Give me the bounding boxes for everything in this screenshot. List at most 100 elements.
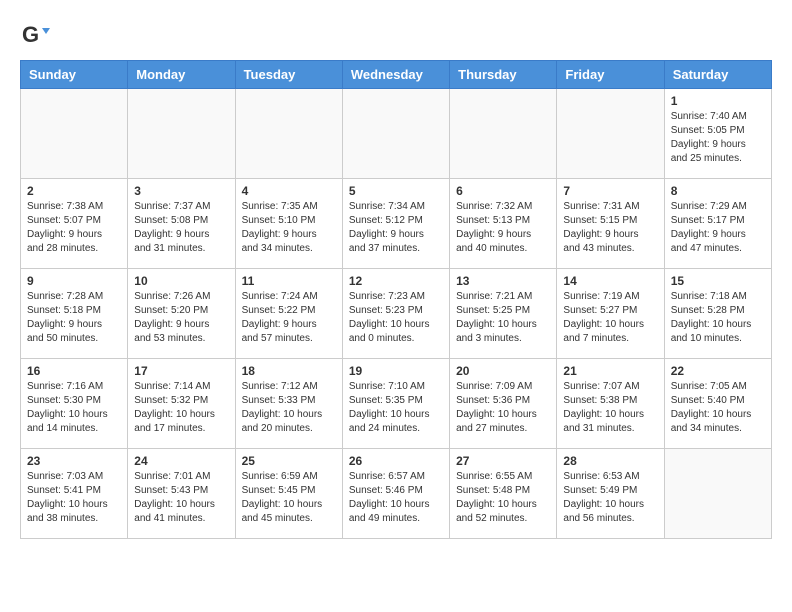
day-number: 6: [456, 184, 550, 198]
day-info: Sunrise: 6:57 AM Sunset: 5:46 PM Dayligh…: [349, 470, 443, 526]
day-info: Sunrise: 7:19 AM Sunset: 5:27 PM Dayligh…: [563, 290, 657, 346]
calendar-cell: 15 Sunrise: 7:18 AM Sunset: 5:28 PM Dayli…: [664, 269, 771, 359]
day-info: Sunrise: 7:07 AM Sunset: 5:38 PM Dayligh…: [563, 380, 657, 436]
day-info: Sunrise: 7:21 AM Sunset: 5:25 PM Dayligh…: [456, 290, 550, 346]
calendar-table: SundayMondayTuesdayWednesdayThursdayFrid…: [20, 60, 772, 539]
day-info: Sunrise: 7:09 AM Sunset: 5:36 PM Dayligh…: [456, 380, 550, 436]
day-info: Sunrise: 7:35 AM Sunset: 5:10 PM Dayligh…: [242, 200, 336, 256]
calendar-cell: 12 Sunrise: 7:23 AM Sunset: 5:23 PM Dayli…: [342, 269, 449, 359]
day-number: 15: [671, 274, 765, 288]
day-info: Sunrise: 7:14 AM Sunset: 5:32 PM Dayligh…: [134, 380, 228, 436]
day-info: Sunrise: 6:59 AM Sunset: 5:45 PM Dayligh…: [242, 470, 336, 526]
calendar-cell: 16 Sunrise: 7:16 AM Sunset: 5:30 PM Dayli…: [21, 359, 128, 449]
calendar-cell: 4 Sunrise: 7:35 AM Sunset: 5:10 PM Daylig…: [235, 179, 342, 269]
day-number: 26: [349, 454, 443, 468]
calendar-cell: [342, 89, 449, 179]
day-info: Sunrise: 7:03 AM Sunset: 5:41 PM Dayligh…: [27, 470, 121, 526]
day-info: Sunrise: 7:40 AM Sunset: 5:05 PM Dayligh…: [671, 110, 765, 166]
day-number: 3: [134, 184, 228, 198]
week-row-3: 9Sunrise: 7:28 AM Sunset: 5:18 PM Daylig…: [21, 269, 772, 359]
day-info: Sunrise: 7:29 AM Sunset: 5:17 PM Dayligh…: [671, 200, 765, 256]
calendar-cell: 2 Sunrise: 7:38 AM Sunset: 5:07 PM Daylig…: [21, 179, 128, 269]
day-info: Sunrise: 6:53 AM Sunset: 5:49 PM Dayligh…: [563, 470, 657, 526]
day-number: 11: [242, 274, 336, 288]
calendar-cell: [557, 89, 664, 179]
day-number: 19: [349, 364, 443, 378]
calendar-cell: 20 Sunrise: 7:09 AM Sunset: 5:36 PM Dayli…: [450, 359, 557, 449]
calendar-cell: 9Sunrise: 7:28 AM Sunset: 5:18 PM Daylig…: [21, 269, 128, 359]
day-info: Sunrise: 7:16 AM Sunset: 5:30 PM Dayligh…: [27, 380, 121, 436]
calendar-cell: 25 Sunrise: 6:59 AM Sunset: 5:45 PM Dayli…: [235, 449, 342, 539]
day-info: Sunrise: 7:28 AM Sunset: 5:18 PM Dayligh…: [27, 290, 121, 346]
day-number: 24: [134, 454, 228, 468]
calendar-cell: [21, 89, 128, 179]
day-number: 21: [563, 364, 657, 378]
calendar-cell: 13 Sunrise: 7:21 AM Sunset: 5:25 PM Dayli…: [450, 269, 557, 359]
day-info: Sunrise: 7:23 AM Sunset: 5:23 PM Dayligh…: [349, 290, 443, 346]
day-number: 16: [27, 364, 121, 378]
week-row-5: 23 Sunrise: 7:03 AM Sunset: 5:41 PM Dayli…: [21, 449, 772, 539]
calendar-cell: 17Sunrise: 7:14 AM Sunset: 5:32 PM Dayli…: [128, 359, 235, 449]
day-number: 23: [27, 454, 121, 468]
day-number: 20: [456, 364, 550, 378]
day-number: 4: [242, 184, 336, 198]
day-number: 12: [349, 274, 443, 288]
calendar-cell: 8 Sunrise: 7:29 AM Sunset: 5:17 PM Daylig…: [664, 179, 771, 269]
day-number: 14: [563, 274, 657, 288]
calendar-cell: 18 Sunrise: 7:12 AM Sunset: 5:33 PM Dayli…: [235, 359, 342, 449]
day-number: 8: [671, 184, 765, 198]
day-info: Sunrise: 6:55 AM Sunset: 5:48 PM Dayligh…: [456, 470, 550, 526]
calendar-cell: 14 Sunrise: 7:19 AM Sunset: 5:27 PM Dayli…: [557, 269, 664, 359]
day-number: 18: [242, 364, 336, 378]
column-header-monday: Monday: [128, 61, 235, 89]
calendar-cell: 24 Sunrise: 7:01 AM Sunset: 5:43 PM Dayli…: [128, 449, 235, 539]
day-info: Sunrise: 7:01 AM Sunset: 5:43 PM Dayligh…: [134, 470, 228, 526]
calendar-cell: 6Sunrise: 7:32 AM Sunset: 5:13 PM Daylig…: [450, 179, 557, 269]
day-number: 5: [349, 184, 443, 198]
calendar-cell: [450, 89, 557, 179]
day-number: 2: [27, 184, 121, 198]
logo: G: [20, 20, 54, 50]
column-header-thursday: Thursday: [450, 61, 557, 89]
day-number: 28: [563, 454, 657, 468]
calendar-cell: 19 Sunrise: 7:10 AM Sunset: 5:35 PM Dayli…: [342, 359, 449, 449]
page-header: G: [20, 20, 772, 50]
week-row-1: 1 Sunrise: 7:40 AM Sunset: 5:05 PM Daylig…: [21, 89, 772, 179]
day-info: Sunrise: 7:38 AM Sunset: 5:07 PM Dayligh…: [27, 200, 121, 256]
day-info: Sunrise: 7:05 AM Sunset: 5:40 PM Dayligh…: [671, 380, 765, 436]
calendar-cell: 7 Sunrise: 7:31 AM Sunset: 5:15 PM Daylig…: [557, 179, 664, 269]
day-number: 1: [671, 94, 765, 108]
day-info: Sunrise: 7:18 AM Sunset: 5:28 PM Dayligh…: [671, 290, 765, 346]
day-number: 7: [563, 184, 657, 198]
day-info: Sunrise: 7:26 AM Sunset: 5:20 PM Dayligh…: [134, 290, 228, 346]
calendar-cell: [664, 449, 771, 539]
calendar-cell: 27 Sunrise: 6:55 AM Sunset: 5:48 PM Dayli…: [450, 449, 557, 539]
day-info: Sunrise: 7:24 AM Sunset: 5:22 PM Dayligh…: [242, 290, 336, 346]
column-header-saturday: Saturday: [664, 61, 771, 89]
calendar-cell: 21 Sunrise: 7:07 AM Sunset: 5:38 PM Dayli…: [557, 359, 664, 449]
column-header-tuesday: Tuesday: [235, 61, 342, 89]
column-header-wednesday: Wednesday: [342, 61, 449, 89]
column-header-sunday: Sunday: [21, 61, 128, 89]
logo-icon: G: [20, 20, 50, 50]
calendar-cell: 26 Sunrise: 6:57 AM Sunset: 5:46 PM Dayli…: [342, 449, 449, 539]
week-row-4: 16 Sunrise: 7:16 AM Sunset: 5:30 PM Dayli…: [21, 359, 772, 449]
column-header-friday: Friday: [557, 61, 664, 89]
calendar-cell: 11 Sunrise: 7:24 AM Sunset: 5:22 PM Dayli…: [235, 269, 342, 359]
calendar-cell: 23 Sunrise: 7:03 AM Sunset: 5:41 PM Dayli…: [21, 449, 128, 539]
day-number: 13: [456, 274, 550, 288]
calendar-cell: 1 Sunrise: 7:40 AM Sunset: 5:05 PM Daylig…: [664, 89, 771, 179]
day-number: 22: [671, 364, 765, 378]
calendar-header-row: SundayMondayTuesdayWednesdayThursdayFrid…: [21, 61, 772, 89]
calendar-cell: [235, 89, 342, 179]
day-info: Sunrise: 7:31 AM Sunset: 5:15 PM Dayligh…: [563, 200, 657, 256]
svg-text:G: G: [22, 22, 39, 47]
calendar-cell: 10Sunrise: 7:26 AM Sunset: 5:20 PM Dayli…: [128, 269, 235, 359]
calendar-cell: 28 Sunrise: 6:53 AM Sunset: 5:49 PM Dayli…: [557, 449, 664, 539]
day-number: 27: [456, 454, 550, 468]
day-info: Sunrise: 7:10 AM Sunset: 5:35 PM Dayligh…: [349, 380, 443, 436]
day-number: 25: [242, 454, 336, 468]
day-info: Sunrise: 7:37 AM Sunset: 5:08 PM Dayligh…: [134, 200, 228, 256]
day-info: Sunrise: 7:12 AM Sunset: 5:33 PM Dayligh…: [242, 380, 336, 436]
calendar-cell: 3 Sunrise: 7:37 AM Sunset: 5:08 PM Daylig…: [128, 179, 235, 269]
